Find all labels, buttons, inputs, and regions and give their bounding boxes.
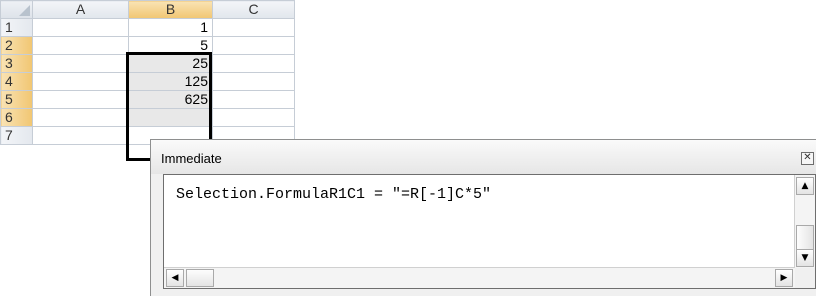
cell-b4[interactable]: 125 bbox=[128, 72, 213, 91]
cell-a1[interactable] bbox=[32, 18, 129, 37]
scroll-up-icon[interactable]: ▲ bbox=[796, 177, 814, 195]
cell-b2[interactable]: 5 bbox=[128, 36, 213, 55]
immediate-window: Immediate ✕ Selection.FormulaR1C1 = "=R[… bbox=[150, 139, 816, 296]
immediate-code-pane[interactable]: Selection.FormulaR1C1 = "=R[-1]C*5" ▲ ▼ … bbox=[163, 174, 816, 289]
size-grip[interactable] bbox=[795, 268, 815, 288]
row-header[interactable]: 2 bbox=[0, 36, 33, 55]
row-header[interactable]: 6 bbox=[0, 108, 33, 127]
row-header[interactable]: 5 bbox=[0, 90, 33, 109]
column-header-a[interactable]: A bbox=[32, 0, 129, 19]
row-header[interactable]: 1 bbox=[0, 18, 33, 37]
row-header[interactable]: 3 bbox=[0, 54, 33, 73]
cell-c6[interactable] bbox=[212, 108, 295, 127]
select-all-corner[interactable] bbox=[0, 0, 33, 19]
cell-a3[interactable] bbox=[32, 54, 129, 73]
column-header-b[interactable]: B bbox=[128, 0, 213, 19]
horizontal-scroll-thumb[interactable] bbox=[186, 269, 214, 287]
scroll-right-icon[interactable]: ▶ bbox=[775, 269, 793, 287]
cell-c5[interactable] bbox=[212, 90, 295, 109]
cell-a2[interactable] bbox=[32, 36, 129, 55]
select-all-triangle-icon bbox=[19, 5, 30, 16]
horizontal-scrollbar[interactable]: ◀ ▶ bbox=[164, 267, 795, 288]
cell-b3[interactable]: 25 bbox=[128, 54, 213, 73]
cell-a6[interactable] bbox=[32, 108, 129, 127]
vertical-scrollbar[interactable]: ▲ ▼ bbox=[794, 175, 815, 268]
cell-c3[interactable] bbox=[212, 54, 295, 73]
row-header[interactable]: 4 bbox=[0, 72, 33, 91]
cell-c4[interactable] bbox=[212, 72, 295, 91]
cell-c2[interactable] bbox=[212, 36, 295, 55]
scroll-down-icon[interactable]: ▼ bbox=[796, 249, 814, 267]
cell-a7[interactable] bbox=[32, 126, 129, 145]
column-header-c[interactable]: C bbox=[212, 0, 295, 19]
immediate-code-line[interactable]: Selection.FormulaR1C1 = "=R[-1]C*5" bbox=[176, 186, 491, 203]
immediate-title-bar[interactable]: Immediate ✕ bbox=[151, 140, 816, 174]
row-header[interactable]: 7 bbox=[0, 126, 33, 145]
cell-a5[interactable] bbox=[32, 90, 129, 109]
close-icon[interactable]: ✕ bbox=[801, 152, 814, 165]
spreadsheet-grid: A B C 1 1 2 5 3 25 4 125 5 625 6 7 bbox=[0, 0, 295, 145]
cell-b6[interactable] bbox=[128, 108, 213, 127]
scroll-left-icon[interactable]: ◀ bbox=[166, 269, 184, 287]
cell-b1[interactable]: 1 bbox=[128, 18, 213, 37]
cell-b5[interactable]: 625 bbox=[128, 90, 213, 109]
cell-a4[interactable] bbox=[32, 72, 129, 91]
immediate-title: Immediate bbox=[161, 151, 222, 166]
cell-c1[interactable] bbox=[212, 18, 295, 37]
